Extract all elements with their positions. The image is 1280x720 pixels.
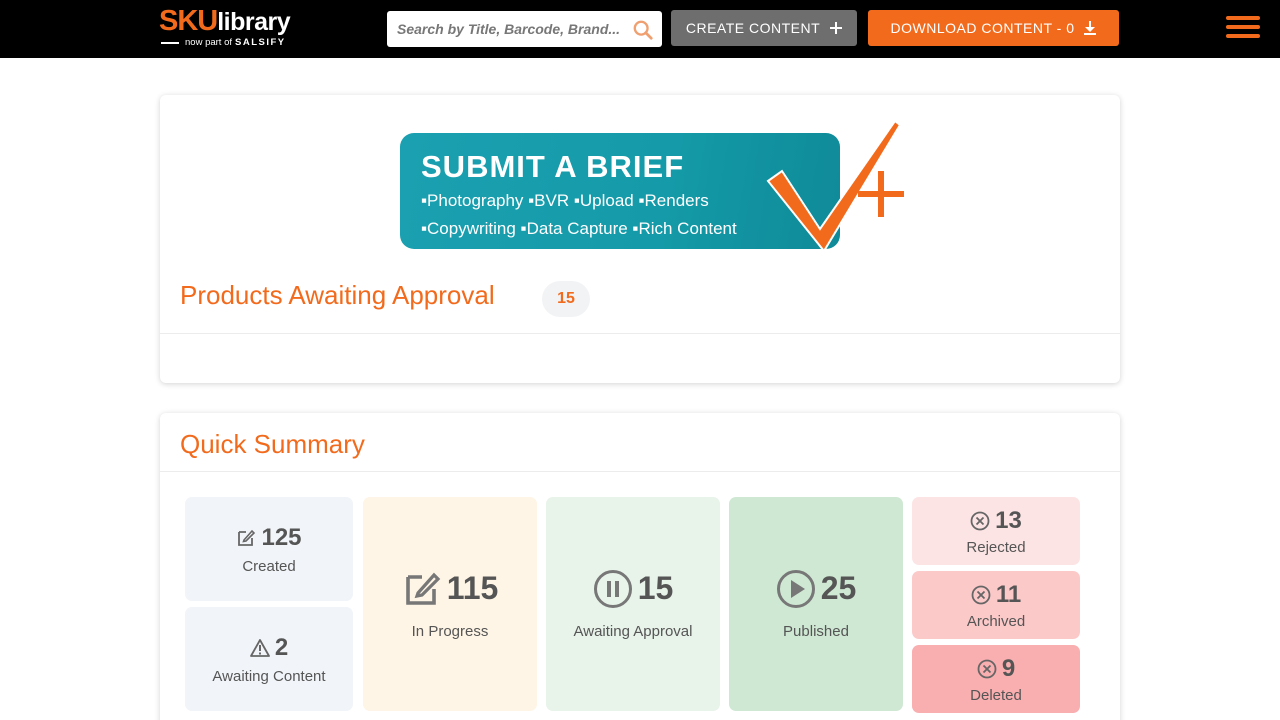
download-icon — [1084, 21, 1097, 35]
edit-icon — [238, 529, 256, 546]
awaiting-content-count: 2 — [274, 633, 289, 661]
checkmark-plus-icon — [766, 119, 904, 253]
in-progress-label: In Progress — [411, 622, 489, 640]
play-icon — [776, 569, 815, 608]
plus-icon — [830, 22, 843, 34]
x-circle-icon — [977, 659, 997, 678]
create-content-label: CREATE CONTENT — [685, 20, 821, 36]
deleted-label: Deleted — [970, 686, 1022, 704]
in-progress-count: 115 — [446, 570, 499, 606]
rejected-label: Rejected — [966, 538, 1026, 556]
published-count: 25 — [820, 570, 857, 606]
download-content-label: DOWNLOAD CONTENT - 0 — [890, 20, 1075, 36]
edit-icon — [405, 572, 440, 605]
download-content-button[interactable]: DOWNLOAD CONTENT - 0 — [868, 10, 1119, 46]
search-box — [387, 11, 662, 47]
pause-icon — [593, 569, 632, 608]
warning-icon — [249, 638, 270, 657]
search-icon[interactable] — [632, 19, 654, 41]
banner-services-line2: ▪Copywriting ▪Data Capture ▪Rich Content — [421, 219, 737, 238]
x-circle-icon — [970, 511, 990, 530]
quick-summary-card: Quick Summary 125 Created 2 Awaiting Con… — [160, 413, 1120, 720]
skulibrary-logo[interactable]: SKUlibrary now part of SALSIFY — [159, 4, 309, 52]
in-progress-tile[interactable]: 115 In Progress — [363, 497, 537, 711]
archived-label: Archived — [966, 612, 1026, 630]
created-label: Created — [242, 557, 296, 575]
create-content-button[interactable]: CREATE CONTENT — [671, 10, 857, 46]
awaiting-content-label: Awaiting Content — [212, 667, 326, 685]
archived-count: 11 — [995, 580, 1022, 608]
top-navbar: SKUlibrary now part ofSALSIFY CREATE CON… — [0, 0, 1280, 58]
rejected-tile[interactable]: 13 Rejected — [912, 497, 1080, 565]
logo-tagline: now part of SALSIFY — [161, 37, 286, 48]
products-awaiting-approval-title[interactable]: Products Awaiting Approval — [180, 280, 495, 311]
published-tile[interactable]: 25 Published — [729, 497, 903, 711]
banner-services-line1: ▪Photography ▪BVR ▪Upload ▪Renders — [421, 191, 709, 210]
awaiting-content-tile[interactable]: 2 Awaiting Content — [185, 607, 353, 711]
published-label: Published — [783, 622, 849, 640]
search-input[interactable] — [387, 11, 627, 47]
awaiting-approval-tile[interactable]: 15 Awaiting Approval — [546, 497, 720, 711]
banner-title: SUBMIT A BRIEF — [421, 149, 685, 184]
created-tile[interactable]: 125 Created — [185, 497, 353, 601]
approval-card: SUBMIT A BRIEF ▪Photography ▪BVR ▪Upload… — [160, 95, 1120, 383]
awaiting-approval-label: Awaiting Approval — [573, 622, 693, 640]
approval-count-badge: 15 — [542, 281, 590, 317]
deleted-count: 9 — [1001, 654, 1016, 682]
archived-tile[interactable]: 11 Archived — [912, 571, 1080, 639]
divider — [160, 333, 1120, 334]
submit-brief-banner[interactable]: SUBMIT A BRIEF ▪Photography ▪BVR ▪Upload… — [400, 119, 910, 259]
x-circle-icon — [971, 585, 991, 604]
divider — [160, 471, 1120, 472]
quick-summary-title: Quick Summary — [180, 429, 365, 459]
deleted-tile[interactable]: 9 Deleted — [912, 645, 1080, 713]
rejected-count: 13 — [995, 506, 1022, 534]
hamburger-menu-icon[interactable] — [1226, 16, 1260, 42]
awaiting-approval-count: 15 — [637, 570, 674, 606]
created-count: 125 — [261, 523, 302, 551]
